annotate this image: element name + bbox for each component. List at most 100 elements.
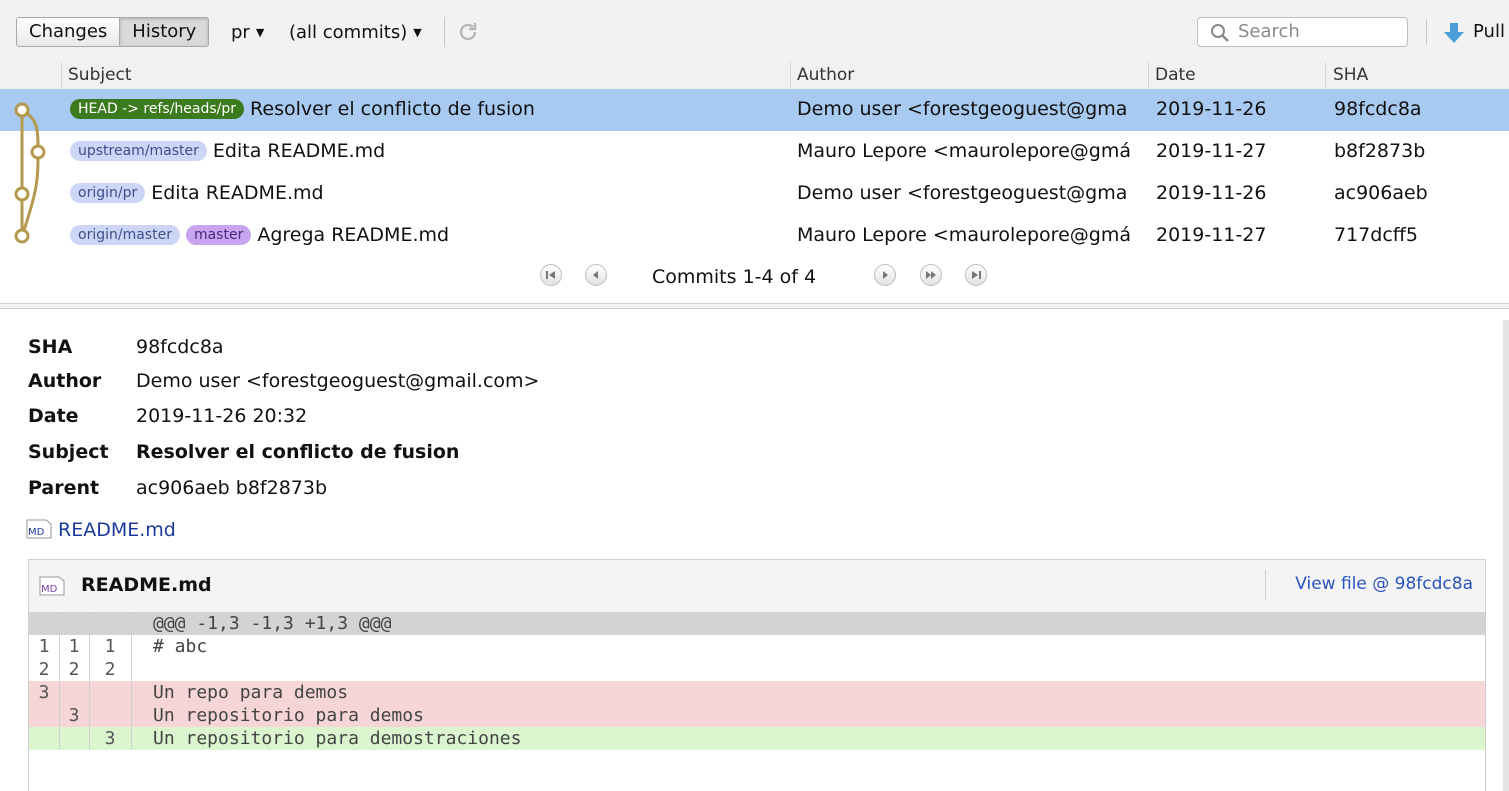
markdown-file-icon: MD	[26, 519, 52, 539]
commit-author: Demo user <forestgeoguest@gma	[797, 182, 1128, 204]
fast-forward-button[interactable]	[920, 264, 942, 286]
branch-dropdown[interactable]: pr ▼	[231, 20, 264, 48]
pane-splitter[interactable]	[0, 303, 1509, 309]
commit-author: Demo user <forestgeoguest@gma	[797, 98, 1128, 120]
diff-line-deleted: 3 Un repo para demos	[29, 681, 1485, 704]
pager-label: Commits 1-4 of 4	[652, 266, 817, 288]
meta-subject-value: Resolver el conflicto de fusion	[136, 441, 460, 463]
diff-line-text: # abc	[153, 636, 208, 657]
meta-label: Parent	[28, 477, 100, 499]
view-toggle: Changes History	[16, 17, 210, 47]
commit-filter-dropdown[interactable]: (all commits) ▼	[289, 20, 422, 48]
line-number: 3	[59, 704, 90, 727]
column-divider	[1325, 62, 1326, 89]
tab-history[interactable]: History	[119, 18, 209, 46]
markdown-icon-text: MD	[41, 584, 58, 595]
commit-row[interactable]: origin/master master Agrega README.md Maur…	[0, 215, 1509, 257]
view-file-link[interactable]: View file @ 98fcdc8a	[1295, 574, 1473, 594]
commit-filter-label: (all commits)	[289, 22, 408, 43]
diff-line-text: Un repositorio para demos	[153, 705, 424, 726]
column-header-date[interactable]: Date	[1155, 65, 1196, 85]
pager: Commits 1-4 of 4	[0, 257, 1509, 297]
next-page-button[interactable]	[874, 264, 896, 286]
first-page-button[interactable]	[540, 264, 562, 286]
pull-arrow-icon	[1444, 23, 1464, 43]
diff-line-context: 2 2 2	[29, 658, 1485, 681]
commit-subject-cell: upstream/master Edita README.md	[70, 140, 785, 162]
pull-label: Pull	[1473, 21, 1505, 42]
column-header-sha[interactable]: SHA	[1333, 65, 1368, 85]
diff-line-deleted: 3 Un repositorio para demos	[29, 704, 1485, 727]
line-number	[29, 727, 60, 750]
diff-hunk-header: @@@ -1,3 -1,3 +1,3 @@@	[29, 612, 1485, 635]
last-page-button[interactable]	[965, 264, 987, 286]
diff-filename: README.md	[81, 574, 212, 596]
commit-author: Mauro Lepore <maurolepore@gmá	[797, 140, 1131, 162]
header-divider	[1265, 570, 1266, 600]
refresh-icon[interactable]	[456, 20, 480, 44]
column-divider	[790, 62, 791, 89]
meta-sha-value: 98fcdc8a	[136, 336, 224, 358]
line-number: 1	[59, 635, 90, 658]
changed-file-link[interactable]: MD README.md	[26, 519, 176, 541]
commit-date: 2019-11-26	[1156, 182, 1267, 204]
search-icon	[1211, 24, 1229, 42]
commit-sha: ac906aeb	[1334, 182, 1428, 204]
ref-badge: origin/master	[70, 225, 180, 245]
tab-changes[interactable]: Changes	[17, 18, 120, 46]
last-page-icon	[972, 271, 981, 279]
commit-row[interactable]: HEAD -> refs/heads/pr Resolver el conflic…	[0, 89, 1509, 131]
prev-page-button[interactable]	[585, 264, 607, 286]
graph-node	[30, 144, 46, 160]
meta-parent-value: ac906aeb b8f2873b	[136, 477, 328, 499]
diff-line-added: 3 Un repositorio para demostraciones	[29, 727, 1485, 750]
commit-date: 2019-11-26	[1156, 98, 1267, 120]
ref-badge: upstream/master	[70, 141, 207, 161]
first-page-icon	[546, 271, 555, 279]
diff-line-text: Un repo para demos	[153, 682, 349, 703]
column-header-author[interactable]: Author	[797, 65, 854, 85]
commit-date: 2019-11-27	[1156, 224, 1267, 246]
line-number: 3	[89, 727, 132, 750]
commit-sha: b8f2873b	[1334, 140, 1426, 162]
ref-badge: origin/pr	[70, 183, 146, 203]
meta-label: SHA	[28, 336, 73, 358]
diff-line-text: Un repositorio para demostraciones	[153, 728, 522, 749]
ref-badge-master: master	[185, 225, 252, 245]
column-header-subject[interactable]: Subject	[68, 65, 132, 85]
search-placeholder: Search	[1238, 21, 1300, 42]
line-number	[89, 612, 132, 635]
line-number: 2	[29, 658, 60, 681]
column-divider	[61, 62, 62, 89]
meta-date-value: 2019-11-26 20:32	[136, 405, 308, 427]
commits-header: Subject Author Date SHA	[0, 62, 1509, 90]
commit-subject: Edita README.md	[151, 182, 324, 204]
graph-node	[14, 102, 30, 118]
line-number	[29, 704, 60, 727]
line-number	[59, 612, 90, 635]
commit-author: Mauro Lepore <maurolepore@gmá	[797, 224, 1131, 246]
line-number: 2	[89, 658, 132, 681]
chevron-down-icon: ▼	[255, 26, 265, 39]
commit-subject-cell: HEAD -> refs/heads/pr Resolver el conflic…	[70, 98, 785, 120]
commit-graph	[14, 102, 46, 244]
toolbar-divider	[444, 17, 445, 47]
detail-scrollbar[interactable]	[1503, 320, 1509, 791]
commit-subject: Edita README.md	[212, 140, 386, 162]
branch-label: pr	[231, 22, 250, 43]
commit-date: 2019-11-27	[1156, 140, 1267, 162]
line-number	[59, 681, 90, 704]
line-number	[89, 704, 132, 727]
graph-node	[14, 186, 30, 202]
next-page-icon	[883, 271, 888, 279]
commit-subject: Agrega README.md	[257, 224, 450, 246]
commit-row[interactable]: origin/pr Edita README.md Demo user <fore…	[0, 173, 1509, 215]
markdown-file-icon: MD	[39, 576, 65, 596]
fast-forward-icon	[926, 271, 936, 279]
prev-page-icon	[593, 271, 598, 279]
commit-row[interactable]: upstream/master Edita README.md Mauro Lep…	[0, 131, 1509, 173]
meta-label: Author	[28, 370, 102, 392]
search-input[interactable]: Search	[1197, 17, 1408, 47]
diff-line-context: 1 1 1 # abc	[29, 635, 1485, 658]
commit-subject-cell: origin/master master Agrega README.md	[70, 224, 785, 246]
